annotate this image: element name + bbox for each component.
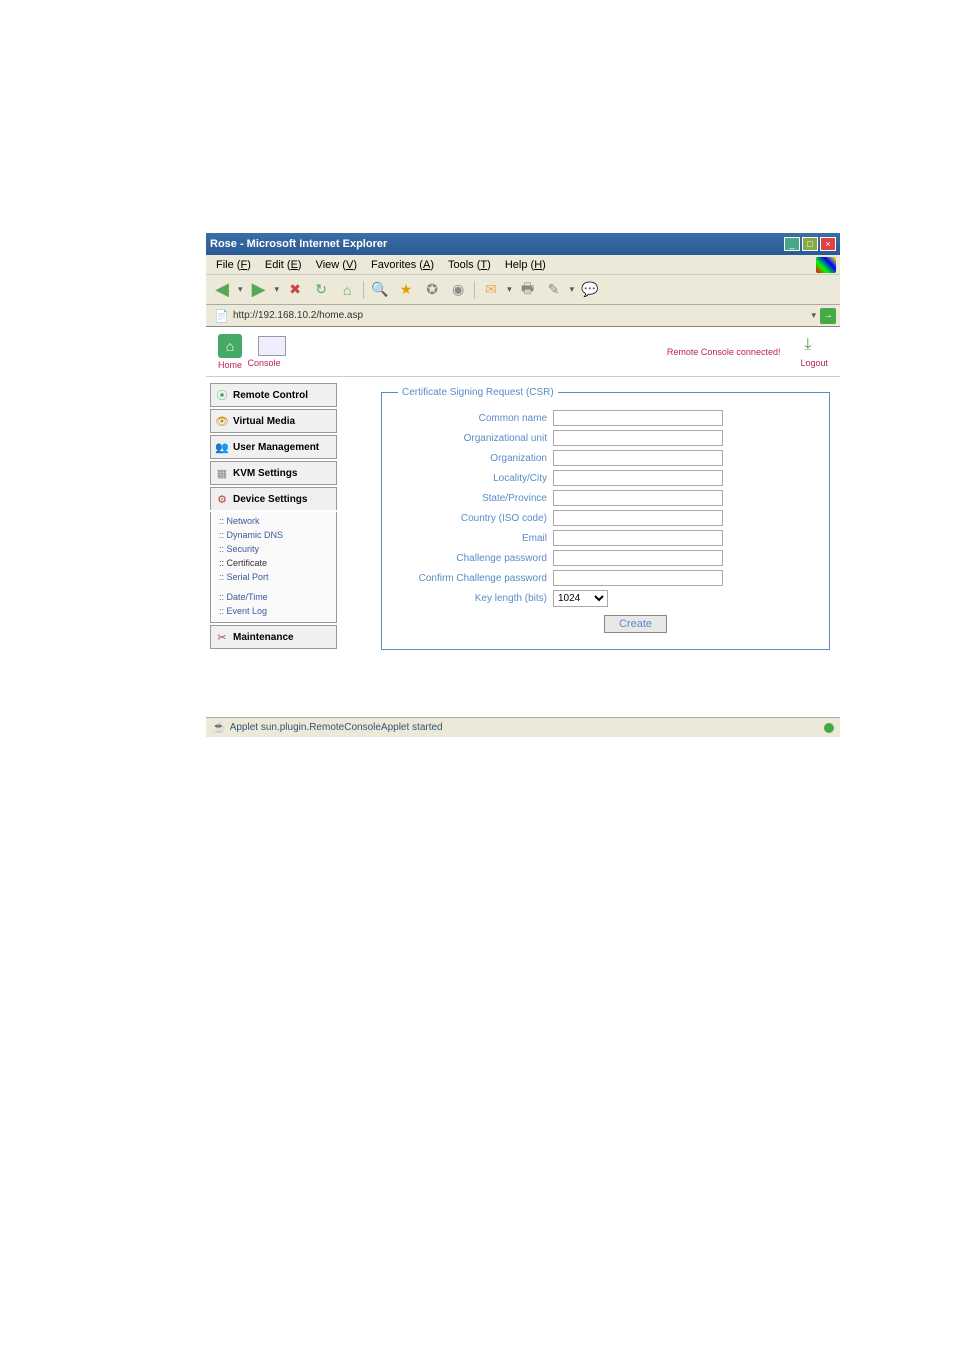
page-icon: 📄: [214, 309, 229, 323]
history-icon[interactable]: ✪: [422, 280, 442, 300]
status-bar: ☕ Applet sun.plugin.RemoteConsoleApplet …: [206, 717, 840, 737]
subnav-date-time[interactable]: :: Date/Time: [217, 590, 336, 604]
browser-window: Rose - Microsoft Internet Explorer _ □ ×…: [206, 233, 840, 733]
menu-help[interactable]: Help (H): [499, 257, 552, 273]
label-state: State/Province: [398, 493, 553, 504]
favorites-icon[interactable]: ★: [396, 280, 416, 300]
label-confirm-pw: Confirm Challenge password: [398, 573, 553, 584]
input-locality[interactable]: [553, 470, 723, 486]
status-text: Applet sun.plugin.RemoteConsoleApplet st…: [230, 722, 443, 733]
create-button[interactable]: Create: [604, 615, 667, 633]
subnav-network[interactable]: :: Network: [217, 514, 336, 528]
virtual-media-icon: 👁: [215, 414, 229, 428]
label-locality: Locality/City: [398, 473, 553, 484]
console-link[interactable]: Console: [242, 336, 286, 368]
address-field[interactable]: http://192.168.10.2/home.asp: [233, 310, 808, 321]
window-title: Rose - Microsoft Internet Explorer: [210, 238, 387, 250]
input-org-unit[interactable]: [553, 430, 723, 446]
nav-kvm-settings[interactable]: ▦ KVM Settings: [210, 461, 337, 485]
menu-edit[interactable]: Edit (E): [259, 257, 308, 273]
stop-button[interactable]: ✖: [285, 280, 305, 300]
title-bar: Rose - Microsoft Internet Explorer _ □ ×: [206, 233, 840, 255]
kvm-settings-icon: ▦: [215, 466, 229, 480]
separator: [363, 281, 364, 299]
user-management-icon: 👥: [215, 440, 229, 454]
input-challenge-pw[interactable]: [553, 550, 723, 566]
input-common-name[interactable]: [553, 410, 723, 426]
forward-button[interactable]: ▶: [249, 280, 269, 300]
address-dropdown[interactable]: ▾: [811, 310, 816, 321]
console-icon: [258, 336, 286, 356]
address-bar: 📄 http://192.168.10.2/home.asp ▾ →: [206, 305, 840, 327]
nav-remote-control[interactable]: ⦿ Remote Control: [210, 383, 337, 407]
input-state[interactable]: [553, 490, 723, 506]
nav-virtual-media[interactable]: 👁 Virtual Media: [210, 409, 337, 433]
refresh-button[interactable]: ↻: [311, 280, 331, 300]
subnav-serial-port[interactable]: :: Serial Port: [217, 570, 336, 584]
subnav-security[interactable]: :: Security: [217, 542, 336, 556]
toolbar: ◀ ▾ ▶ ▾ ✖ ↻ ⌂ 🔍 ★ ✪ ◉ ✉ ▾ 🖶 ✎ ▾ 💬: [206, 275, 840, 305]
subnav-dynamic-dns[interactable]: :: Dynamic DNS: [217, 528, 336, 542]
logout-link[interactable]: ⤓ Logout: [800, 336, 828, 368]
csr-legend: Certificate Signing Request (CSR): [398, 387, 558, 398]
discuss-icon[interactable]: 💬: [580, 280, 600, 300]
label-country: Country (ISO code): [398, 513, 553, 524]
page-content: ⌂ Home Console Remote Console connected!…: [206, 327, 840, 717]
mail-icon[interactable]: ✉: [481, 280, 501, 300]
home-button[interactable]: ⌂: [337, 280, 357, 300]
menu-tools[interactable]: Tools (T): [442, 257, 497, 273]
minimize-button[interactable]: _: [784, 237, 800, 251]
nav-user-management[interactable]: 👥 User Management: [210, 435, 337, 459]
csr-fieldset: Certificate Signing Request (CSR) Common…: [381, 387, 830, 650]
label-key-length: Key length (bits): [398, 593, 553, 604]
menu-bar: File (F) Edit (E) View (V) Favorites (A)…: [206, 255, 840, 275]
search-icon[interactable]: 🔍: [370, 280, 390, 300]
media-icon[interactable]: ◉: [448, 280, 468, 300]
subnav-event-log[interactable]: :: Event Log: [217, 604, 336, 618]
subnav-certificate[interactable]: :: Certificate: [217, 556, 336, 570]
remote-control-icon: ⦿: [215, 388, 229, 402]
window-controls: _ □ ×: [784, 237, 836, 251]
csr-form: Certificate Signing Request (CSR) Common…: [341, 377, 840, 717]
go-button[interactable]: →: [820, 308, 836, 324]
label-org-unit: Organizational unit: [398, 433, 553, 444]
home-link[interactable]: ⌂ Home: [218, 334, 242, 370]
print-icon[interactable]: 🖶: [518, 280, 538, 300]
nav-device-settings[interactable]: ⚙ Device Settings: [210, 487, 337, 510]
input-country[interactable]: [553, 510, 723, 526]
label-common-name: Common name: [398, 413, 553, 424]
internet-zone-icon: [824, 723, 834, 733]
sidebar-nav: ⦿ Remote Control 👁 Virtual Media 👥 User …: [206, 377, 341, 717]
edit-icon[interactable]: ✎: [544, 280, 564, 300]
top-toolbar: ⌂ Home Console Remote Console connected!…: [206, 327, 840, 377]
menu-favorites[interactable]: Favorites (A): [365, 257, 440, 273]
label-organization: Organization: [398, 453, 553, 464]
back-button[interactable]: ◀: [212, 280, 232, 300]
input-organization[interactable]: [553, 450, 723, 466]
menu-view[interactable]: View (V): [310, 257, 363, 273]
menu-file[interactable]: File (F): [210, 257, 257, 273]
home-icon: ⌂: [218, 334, 242, 358]
input-email[interactable]: [553, 530, 723, 546]
device-settings-submenu: :: Network :: Dynamic DNS :: Security ::…: [210, 512, 337, 623]
nav-maintenance[interactable]: ✂ Maintenance: [210, 625, 337, 649]
label-challenge-pw: Challenge password: [398, 553, 553, 564]
windows-logo-icon: [816, 257, 836, 273]
connection-status: Remote Console connected!: [667, 347, 781, 357]
separator: [474, 281, 475, 299]
select-key-length[interactable]: 1024: [553, 590, 608, 607]
logout-icon: ⤓: [804, 336, 824, 356]
input-confirm-pw[interactable]: [553, 570, 723, 586]
close-button[interactable]: ×: [820, 237, 836, 251]
main-area: ⦿ Remote Control 👁 Virtual Media 👥 User …: [206, 377, 840, 717]
applet-icon: ☕: [212, 721, 226, 734]
maximize-button[interactable]: □: [802, 237, 818, 251]
label-email: Email: [398, 533, 553, 544]
device-settings-icon: ⚙: [215, 492, 229, 506]
maintenance-icon: ✂: [215, 630, 229, 644]
